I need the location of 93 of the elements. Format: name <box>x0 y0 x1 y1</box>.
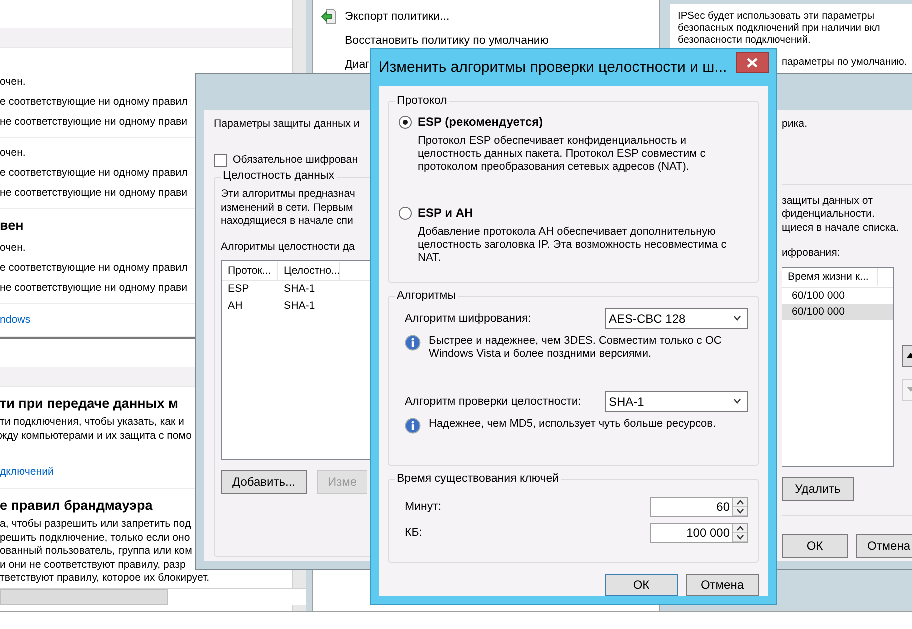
checkbox[interactable] <box>214 154 227 167</box>
list-label: Алгоритмы целостности да <box>221 240 355 254</box>
action-item[interactable]: Восстановить политику по умолчанию <box>321 35 549 47</box>
column-header[interactable]: Целостно... <box>278 262 340 280</box>
algorithm-list[interactable]: Время жизни к... 60/100 000 60/100 000 <box>782 266 894 466</box>
number-spinner[interactable]: 60 <box>650 497 748 517</box>
group-title: Алгоритмы <box>396 290 457 302</box>
field-label: Алгоритм проверки целостности: <box>405 396 582 408</box>
table-cell-text: SHA-1 <box>283 299 316 314</box>
field-label: КБ: <box>405 527 422 539</box>
status-text: не соответствующие ни одному прави <box>0 281 188 296</box>
group-title: Протокол <box>396 95 448 107</box>
description-text: решить подключение, только если оно <box>0 532 190 545</box>
number-spinner[interactable]: 100 000 <box>650 523 748 543</box>
section-heading: вен <box>0 217 24 235</box>
action-item[interactable]: Экспорт политики... <box>345 11 450 23</box>
description-text: и они не соответствуют правилу, разр <box>0 558 186 572</box>
status-text: е соответствующие ни одному правил <box>0 166 188 181</box>
radio-label[interactable]: ESP и AH <box>418 206 474 220</box>
chevron-up-icon <box>736 526 744 530</box>
list-label: ифрования: <box>782 247 840 260</box>
close-button[interactable] <box>736 52 769 73</box>
dialog-button[interactable]: ОК <box>782 534 848 558</box>
status-text: не соответствующие ни одному прави <box>0 186 188 201</box>
info-icon <box>405 335 421 351</box>
description-text: безопасных подключений при наличии вкл <box>678 23 880 35</box>
description-text: защиты данных от <box>782 194 873 208</box>
export-arrow-icon <box>321 9 337 25</box>
list-button[interactable]: Добавить... <box>221 470 307 494</box>
table-cell-text: ESP <box>227 282 250 297</box>
chevron-down-icon <box>736 508 744 514</box>
algorithm-list[interactable]: Проток... Целостно... ESP SHA-1 AH SHA-1 <box>221 260 370 460</box>
link[interactable]: ndows <box>0 309 31 331</box>
intro-text: рика. <box>782 118 808 132</box>
option-description: Добавление протокола AH обеспечивает дополнительную целостность заголовка IP. Эта возможность несовместима с NAT. <box>418 226 728 265</box>
spin-down-button[interactable] <box>733 533 747 542</box>
description-text: тветствуют правилу, которое их блокирует. <box>0 572 210 586</box>
field-label: Минут: <box>405 501 442 513</box>
dialog-button[interactable]: Отмена <box>856 534 912 558</box>
spin-up-button[interactable] <box>733 524 747 533</box>
intro-text: Параметры защиты данных и <box>214 118 360 132</box>
radio-button[interactable] <box>399 116 412 128</box>
status-text: очен. <box>0 241 26 256</box>
status-text: очен. <box>0 75 26 90</box>
chevron-down-icon <box>736 534 744 540</box>
section-heading: ти при передаче данных м <box>0 395 179 413</box>
info-icon <box>405 418 421 434</box>
link[interactable]: дключений <box>0 461 54 483</box>
status-text: е соответствующие ни одному правил <box>0 261 188 276</box>
description-text: изменений в сети. Первым <box>221 202 354 215</box>
description-text: жду компьютерами и их защита с помо <box>0 430 192 443</box>
table-cell-text: AH <box>227 299 244 314</box>
description-text: ованный пользователь, группа или ком <box>0 545 192 558</box>
checkbox-label[interactable]: Обязательное шифрован <box>233 154 358 167</box>
group-title: Целостность данных <box>221 170 337 182</box>
description-text: параметры по умолчанию. <box>782 57 908 69</box>
chevron-down-icon <box>734 399 741 404</box>
radio-button[interactable] <box>399 206 412 220</box>
section-heading: е правил брандмауэра <box>0 497 153 515</box>
action-item[interactable]: Диаг <box>321 59 370 71</box>
dialog-button[interactable]: Отмена <box>686 574 759 596</box>
horizontal-scrollbar[interactable] <box>0 588 306 605</box>
info-text: Быстрее и надежнее, чем 3DES. Совместим только с ОС Windows Vista и более поздними версиями. <box>429 335 723 361</box>
info-text: Надежнее, чем MD5, использует чуть больше ресурсов. <box>429 418 718 431</box>
list-row[interactable]: 60/100 000 <box>782 304 893 320</box>
status-text: не соответствующие ни одному прави <box>0 115 188 130</box>
dropdown[interactable]: AES-CBC 128 <box>605 308 748 329</box>
group-title: Время существования ключей <box>396 473 560 485</box>
status-text: очен. <box>0 146 26 161</box>
option-description: Протокол ESP обеспечивает конфиденциальность и целостность данных пакета. Протокол ESP совместим с протоколом преобразования сетевых адресов (NAT). <box>418 135 707 174</box>
description-text: IPSec будет использовать эти параметры <box>678 11 875 23</box>
status-text: е соответствующие ни одному правил <box>0 95 188 110</box>
description-text: ти подключения, чтобы указать, как и <box>0 416 184 430</box>
close-icon <box>747 58 758 68</box>
chevron-up-icon <box>736 500 744 504</box>
radio-label[interactable]: ESP (рекомендуется) <box>418 115 544 129</box>
chevron-down-icon <box>734 316 741 321</box>
description-text: щиеся в начале списка. <box>782 222 899 235</box>
remove-button[interactable]: Удалить <box>782 476 854 500</box>
description-text: фиденциальности. <box>782 208 875 222</box>
column-header[interactable]: Проток... <box>222 262 278 280</box>
table-cell-text: SHA-1 <box>283 282 316 297</box>
window-title: Изменить алгоритмы проверки целостности и ш... <box>379 59 728 76</box>
spin-down-button[interactable] <box>733 507 747 516</box>
description-text: а, чтобы разрешить или запретить под <box>0 518 192 532</box>
spin-up-button[interactable] <box>733 498 747 507</box>
column-header[interactable]: Время жизни к... <box>782 268 878 286</box>
description-text: безопасности подключений. <box>678 35 811 47</box>
field-label: Алгоритм шифрования: <box>405 312 532 324</box>
description-text: находящиеся в начале спи <box>221 215 354 228</box>
description-text: Эти алгоритмы предназнач <box>221 188 356 202</box>
dialog-button[interactable]: ОК <box>605 574 678 596</box>
dropdown[interactable]: SHA-1 <box>605 391 748 412</box>
